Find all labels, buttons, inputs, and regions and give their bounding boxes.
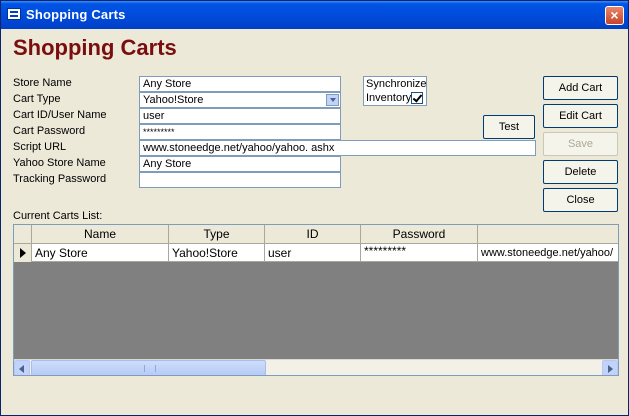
cart-id-field[interactable]: user	[139, 108, 341, 124]
header-id[interactable]: ID	[265, 225, 361, 243]
title-bar[interactable]: Shopping Carts ×	[1, 1, 628, 29]
cart-password-label: Cart Password	[13, 125, 86, 137]
form-icon	[7, 8, 21, 20]
form-body: Shopping Carts Store Name Any Store Cart…	[1, 29, 628, 415]
cell-url[interactable]: www.stoneedge.net/yahoo/	[478, 244, 618, 262]
script-url-field[interactable]: www.stoneedge.net/yahoo/yahoo. ashx	[139, 140, 536, 156]
scrollbar-thumb[interactable]	[31, 360, 266, 375]
grid-header: Name Type ID Password	[14, 225, 618, 244]
edit-cart-button[interactable]: Edit Cart	[543, 104, 618, 128]
script-url-label: Script URL	[13, 141, 67, 153]
carts-grid[interactable]: Name Type ID Password Any Store Yahoo!St…	[13, 224, 619, 376]
cart-password-field[interactable]: *********	[139, 124, 341, 140]
header-password[interactable]: Password	[361, 225, 478, 243]
scroll-right-icon[interactable]	[602, 360, 618, 375]
page-title: Shopping Carts	[13, 35, 177, 60]
cell-password[interactable]: *********	[361, 244, 478, 262]
chevron-down-icon[interactable]	[326, 94, 339, 106]
header-name[interactable]: Name	[32, 225, 169, 243]
store-name-label: Store Name	[13, 77, 72, 89]
tracking-password-label: Tracking Password	[13, 173, 107, 185]
grip-icon	[144, 365, 156, 372]
current-carts-list-label: Current Carts List:	[13, 210, 103, 222]
cell-type[interactable]: Yahoo!Store	[169, 244, 265, 262]
test-button[interactable]: Test	[483, 115, 535, 139]
synchronize-inventory-box: Synchronize Inventory	[363, 76, 427, 106]
yahoo-store-name-field[interactable]: Any Store	[139, 156, 341, 172]
synchronize-label: Synchronize	[366, 78, 427, 90]
header-url[interactable]	[478, 225, 618, 243]
close-window-button[interactable]: ×	[605, 6, 624, 25]
close-button[interactable]: Close	[543, 188, 618, 212]
cart-id-label: Cart ID/User Name	[13, 109, 107, 121]
save-button[interactable]: Save	[543, 132, 618, 156]
horizontal-scrollbar[interactable]	[14, 359, 618, 375]
cell-id[interactable]: user	[265, 244, 361, 262]
cart-type-select[interactable]: Yahoo!Store	[139, 92, 341, 108]
yahoo-store-name-label: Yahoo Store Name	[13, 157, 106, 169]
current-record-icon[interactable]	[14, 244, 32, 262]
cell-name[interactable]: Any Store	[32, 244, 169, 262]
shopping-carts-window: Shopping Carts × Shopping Carts Store Na…	[0, 0, 629, 416]
header-type[interactable]: Type	[169, 225, 265, 243]
cart-type-value: Yahoo!Store	[143, 94, 204, 106]
delete-button[interactable]: Delete	[543, 160, 618, 184]
cart-type-label: Cart Type	[13, 93, 61, 105]
header-selector	[14, 225, 32, 243]
inventory-label: Inventory	[366, 92, 412, 104]
window-title: Shopping Carts	[26, 7, 126, 22]
table-row[interactable]: Any Store Yahoo!Store user ********* www…	[14, 244, 618, 262]
scroll-left-icon[interactable]	[14, 360, 30, 375]
synchronize-inventory-checkbox[interactable]	[411, 92, 423, 104]
add-cart-button[interactable]: Add Cart	[543, 76, 618, 100]
tracking-password-field[interactable]	[139, 172, 341, 188]
store-name-field[interactable]: Any Store	[139, 76, 341, 92]
